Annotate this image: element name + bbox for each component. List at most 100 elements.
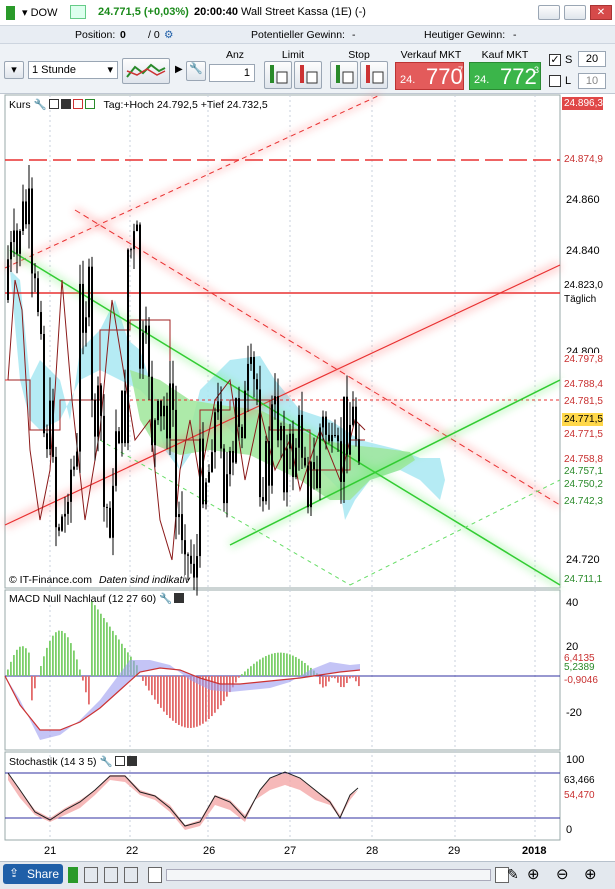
wrench-icon[interactable]: 🔧 xyxy=(34,99,47,111)
macd-bar xyxy=(343,676,345,688)
candle-body xyxy=(178,514,180,518)
stoch-value-tag: 63,466 xyxy=(564,775,595,786)
candle-body xyxy=(40,312,42,334)
macd-bar xyxy=(61,630,63,676)
candle-body xyxy=(91,266,93,401)
candle-body xyxy=(127,249,129,444)
maximize-icon[interactable] xyxy=(48,99,59,109)
bar-chart-icon[interactable] xyxy=(84,867,98,883)
macd-bar xyxy=(109,626,111,676)
candlestick-icon[interactable] xyxy=(68,867,78,883)
macd-bar xyxy=(145,676,147,686)
wrench-icon[interactable]: 🔧 xyxy=(159,593,172,605)
zoom-out-icon[interactable]: ⊖ xyxy=(556,865,569,883)
candle-body xyxy=(319,427,321,488)
macd-bar xyxy=(319,676,321,685)
arrow-up-icon[interactable] xyxy=(84,99,95,109)
macd-bar xyxy=(235,676,237,683)
macd-bar xyxy=(31,676,33,701)
macd-bar xyxy=(292,655,294,676)
macd-bar xyxy=(16,649,18,676)
zoom-fit-icon[interactable]: ⊕ xyxy=(527,865,540,883)
compare-icon[interactable] xyxy=(104,867,118,883)
scroll-left-icon[interactable] xyxy=(148,867,162,883)
price-tag: 24.711,1 xyxy=(562,573,603,586)
candle-body xyxy=(79,283,81,452)
candle-body xyxy=(289,433,291,449)
kurs-high-low: Tag:+Hoch 24.792,5 +Tief 24.732,5 xyxy=(103,99,268,111)
candle-body xyxy=(202,438,204,505)
pan-icon[interactable] xyxy=(124,867,138,883)
macd-bar xyxy=(82,676,84,681)
candle-body xyxy=(307,465,309,508)
candle-body xyxy=(10,242,12,260)
candle-body xyxy=(145,325,147,333)
candle-body xyxy=(16,230,18,254)
candle-body xyxy=(262,497,264,502)
candle-body xyxy=(196,556,198,578)
candle-body xyxy=(349,424,351,455)
macd-bar xyxy=(163,676,165,712)
macd-bar xyxy=(34,676,36,689)
price-tag: 24.797,8 xyxy=(562,353,603,366)
zoom-in-icon[interactable]: ⊕ xyxy=(584,865,597,883)
macd-bar xyxy=(49,640,51,676)
macd-bar xyxy=(268,654,270,676)
y-axis-label: 100 xyxy=(566,754,584,766)
macd-title: MACD Null Nachlauf (12 27 60) xyxy=(9,593,157,605)
candle-body xyxy=(352,406,354,425)
macd-bar xyxy=(85,676,87,693)
candle-body xyxy=(292,433,294,478)
horizontal-scrollbar[interactable] xyxy=(166,869,491,881)
kurs-title: Kurs xyxy=(9,99,31,111)
candle-body xyxy=(238,398,240,427)
candle-body xyxy=(88,266,90,318)
candle-body xyxy=(301,414,303,458)
macd-bar xyxy=(289,654,291,676)
candle-body xyxy=(70,469,72,502)
macd-bar xyxy=(334,676,336,679)
close-icon[interactable] xyxy=(174,593,185,603)
macd-bar xyxy=(181,676,183,727)
candle-body xyxy=(130,249,132,251)
candle-body xyxy=(295,447,297,478)
maximize-icon[interactable] xyxy=(114,756,125,766)
macd-bar xyxy=(193,676,195,728)
candle-body xyxy=(274,396,276,405)
y-axis-label: 40 xyxy=(566,597,578,609)
candle-body xyxy=(61,516,63,531)
share-button[interactable]: ⇪ Share xyxy=(3,864,63,884)
macd-bar xyxy=(118,639,120,676)
macd-bar xyxy=(19,646,21,676)
macd-bar xyxy=(325,676,327,687)
arrow-down-icon[interactable] xyxy=(72,99,83,109)
macd-bar xyxy=(355,676,357,682)
macd-bar xyxy=(67,637,69,676)
macd-bar xyxy=(259,659,261,676)
candle-body xyxy=(181,514,183,541)
candle-body xyxy=(286,448,288,493)
x-axis-label: 26 xyxy=(203,845,216,857)
candle-body xyxy=(325,416,327,435)
x-axis-label: 28 xyxy=(366,845,379,857)
candle-body xyxy=(331,435,333,442)
candle-body xyxy=(19,231,21,254)
y-axis-label: 0 xyxy=(566,824,572,836)
macd-bar xyxy=(283,652,285,676)
candle-body xyxy=(277,396,279,441)
macd-bar xyxy=(112,630,114,676)
magic-wand-icon[interactable]: ✎ xyxy=(507,866,519,883)
macd-bar xyxy=(217,676,219,710)
candle-body xyxy=(103,415,105,507)
candle-body xyxy=(64,513,66,517)
kurs-panel-header: Kurs 🔧 Tag:+Hoch 24.792,5 +Tief 24.732,5 xyxy=(9,98,268,111)
macd-bar xyxy=(286,653,288,676)
macd-value-tag: -0,9046 xyxy=(564,675,598,686)
wrench-icon[interactable]: 🔧 xyxy=(99,756,112,768)
close-icon[interactable] xyxy=(60,99,71,109)
copyright-text: © IT-Finance.com xyxy=(9,574,93,586)
candle-body xyxy=(175,409,177,518)
macd-bar xyxy=(214,676,216,713)
close-icon[interactable] xyxy=(126,756,137,766)
macd-bar xyxy=(46,647,48,676)
